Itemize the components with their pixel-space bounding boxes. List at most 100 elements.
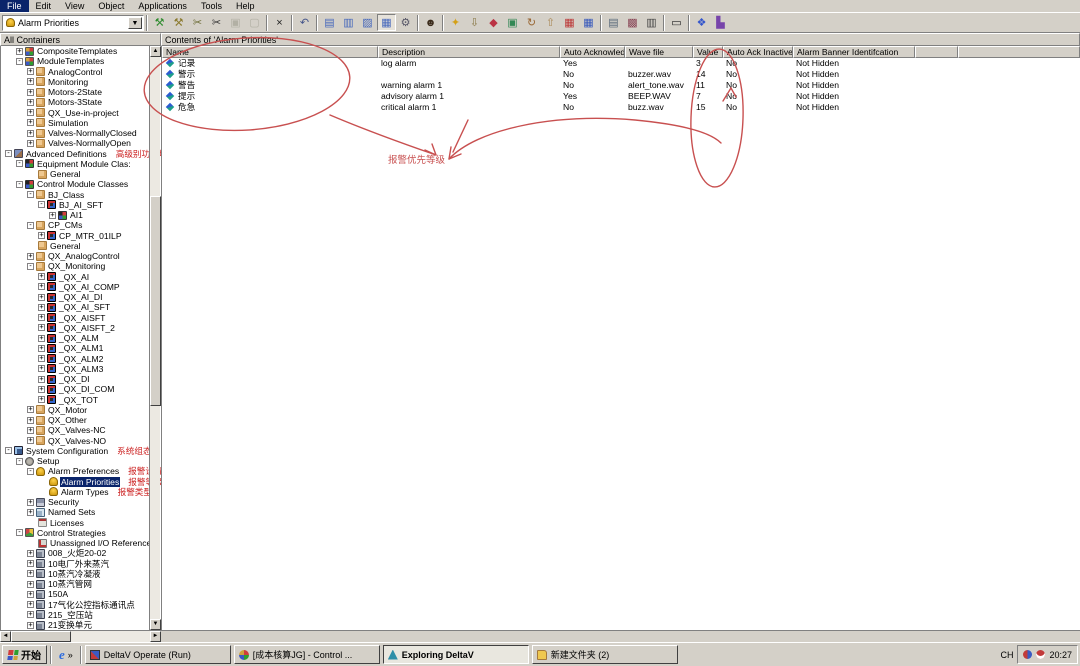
table-row[interactable]: 提示advisory alarm 1YesBEEP.WAV7NoNot Hidd…: [162, 90, 1080, 101]
expand-icon[interactable]: +: [27, 611, 34, 618]
expand-icon[interactable]: +: [27, 499, 34, 506]
tree-item-label[interactable]: _QX_ALM: [58, 333, 100, 343]
tree-item-label[interactable]: Motors-2State: [47, 87, 103, 97]
expand-icon[interactable]: +: [27, 427, 34, 434]
collapse-icon[interactable]: -: [27, 191, 34, 198]
menu-help[interactable]: Help: [229, 0, 262, 12]
tree-item-cp-cms[interactable]: -CP_CMs: [1, 220, 149, 230]
tree-item--qx-alm3[interactable]: +_QX_ALM3: [1, 364, 149, 374]
expand-icon[interactable]: +: [27, 99, 34, 106]
expand-icon[interactable]: +: [27, 570, 34, 577]
language-indicator[interactable]: CH: [996, 648, 1017, 662]
expand-icon[interactable]: +: [27, 109, 34, 116]
tree-item-label[interactable]: _QX_AI_DI: [58, 292, 103, 302]
tree-item-qx-motor[interactable]: +QX_Motor: [1, 405, 149, 415]
tree-item--qx-di-com[interactable]: +_QX_DI_COM: [1, 384, 149, 394]
tree-item-label[interactable]: General: [49, 241, 82, 251]
expand-icon[interactable]: +: [27, 591, 34, 598]
expand-icon[interactable]: +: [27, 78, 34, 85]
taskbar-task-control[interactable]: [成本核算JG] - Control ...: [234, 645, 380, 664]
column-header-auto-ack-inactive[interactable]: Auto Ack Inactive: [723, 46, 793, 58]
collapse-icon[interactable]: -: [27, 468, 34, 475]
tree-item-label[interactable]: _QX_ALM1: [58, 343, 104, 353]
user-up-icon[interactable]: ⇧: [541, 14, 560, 31]
tree-item-label[interactable]: _QX_AISFT: [58, 313, 106, 323]
tree-item-motors-3state[interactable]: + Motors-3State: [1, 97, 149, 107]
table-row[interactable]: 警告warning alarm 1Noalert_tone.wav11NoNot…: [162, 80, 1080, 91]
tree-item--qx-ai-sft[interactable]: +_QX_AI_SFT: [1, 302, 149, 312]
menu-object[interactable]: Object: [91, 0, 131, 12]
column-header-name[interactable]: Name: [162, 46, 378, 58]
collapse-icon[interactable]: -: [16, 160, 23, 167]
tree-item-label[interactable]: System Configuration: [25, 446, 109, 456]
collapse-icon[interactable]: -: [27, 222, 34, 229]
help-icon[interactable]: ❖: [692, 14, 711, 31]
expand-icon[interactable]: +: [27, 509, 34, 516]
tree-item-label[interactable]: Control Strategies: [36, 528, 107, 538]
menu-edit[interactable]: Edit: [29, 0, 59, 12]
menu-applications[interactable]: Applications: [131, 0, 194, 12]
collapse-icon[interactable]: -: [16, 181, 23, 188]
tree-item-control-strategies[interactable]: - Control Strategies: [1, 528, 149, 538]
tree-item--qx-alm[interactable]: +_QX_ALM: [1, 333, 149, 343]
expand-icon[interactable]: +: [38, 365, 45, 372]
expand-icon[interactable]: +: [38, 324, 45, 331]
tree-item-label[interactable]: Equipment Module Clas:: [36, 159, 132, 169]
expand-icon[interactable]: +: [27, 581, 34, 588]
find-user-icon[interactable]: ⚒: [169, 14, 188, 31]
expand-icon[interactable]: +: [27, 622, 34, 629]
tree-item-label[interactable]: _QX_AISFT_2: [58, 323, 116, 333]
tree-item-alarm-types[interactable]: Alarm Types报警类型: [1, 487, 149, 497]
tree-item-label[interactable]: QX_Valves-NO: [47, 436, 107, 446]
tree-item-setup[interactable]: -Setup: [1, 456, 149, 466]
collapse-icon[interactable]: -: [16, 529, 23, 536]
stats-icon[interactable]: ▙: [711, 14, 730, 31]
graph-icon[interactable]: ▩: [623, 14, 642, 31]
scroll-right-button[interactable]: ►: [150, 631, 161, 642]
tree-item-label[interactable]: Security: [47, 497, 80, 507]
expand-icon[interactable]: +: [38, 283, 45, 290]
column-header-wave-file[interactable]: Wave file: [625, 46, 693, 58]
delete-icon[interactable]: ×: [270, 14, 289, 31]
column-header-value[interactable]: Value: [693, 46, 723, 58]
tree-item--qx-alm2[interactable]: +_QX_ALM2: [1, 354, 149, 364]
tree-item-control-module-classes[interactable]: -Control Module Classes: [1, 179, 149, 189]
column-header-alarm-banner-identifcation[interactable]: Alarm Banner Identifcation: [793, 46, 915, 58]
expand-icon[interactable]: +: [38, 376, 45, 383]
tree-item-label[interactable]: Alarm Preferences: [47, 466, 120, 476]
expand-icon[interactable]: +: [38, 232, 45, 239]
tree-item-system-configuration[interactable]: -System Configuration系统组态: [1, 446, 149, 456]
tree-item-label[interactable]: 10蒸汽管网: [47, 578, 93, 590]
collapse-icon[interactable]: -: [38, 201, 45, 208]
small-icons-icon[interactable]: ▥: [339, 14, 358, 31]
tree-item-label[interactable]: AnalogControl: [47, 67, 103, 77]
module-blue-icon[interactable]: ▦: [579, 14, 598, 31]
filter-icon[interactable]: ⚙: [396, 14, 415, 31]
tree-item-analogcontrol[interactable]: + AnalogControl: [1, 67, 149, 77]
tree-item-bj-ai-sft[interactable]: -BJ_AI_SFT: [1, 200, 149, 210]
scroll-down-button[interactable]: ▼: [150, 619, 161, 630]
priority-diamond-icon[interactable]: ◆: [484, 14, 503, 31]
tree-item-label[interactable]: QX_Use-in-project: [47, 108, 120, 118]
tree-item--qx-ai-di[interactable]: + _QX_AI_DI: [1, 292, 149, 302]
tree-item--qx-di[interactable]: +_QX_DI: [1, 374, 149, 384]
expand-icon[interactable]: +: [27, 68, 34, 75]
tree-item-21-[interactable]: +21变换单元: [1, 620, 149, 630]
expand-icon[interactable]: +: [27, 560, 34, 567]
expand-icon[interactable]: +: [38, 345, 45, 352]
expand-icon[interactable]: +: [27, 130, 34, 137]
assign-user-icon[interactable]: ⇩: [465, 14, 484, 31]
tree-item-label[interactable]: _QX_ALM2: [58, 354, 104, 364]
tree-item-label[interactable]: Motors-3State: [47, 97, 103, 107]
keyboard-icon[interactable]: ▭: [667, 14, 686, 31]
tree-item-named-sets[interactable]: +Named Sets: [1, 507, 149, 517]
tree-item-label[interactable]: QX_Other: [47, 415, 88, 425]
container-combobox[interactable]: Alarm Priorities ▼: [2, 15, 144, 31]
expand-icon[interactable]: +: [38, 294, 45, 301]
tree-item-label[interactable]: _QX_AI_SFT: [58, 302, 111, 312]
expand-icon[interactable]: +: [38, 386, 45, 393]
tree-item-qx-valves-nc[interactable]: +QX_Valves-NC: [1, 425, 149, 435]
refresh-icon[interactable]: ↻: [522, 14, 541, 31]
tree-item-bj-class[interactable]: -BJ_Class: [1, 190, 149, 200]
tree-item-10-[interactable]: +10蒸汽管网: [1, 579, 149, 589]
